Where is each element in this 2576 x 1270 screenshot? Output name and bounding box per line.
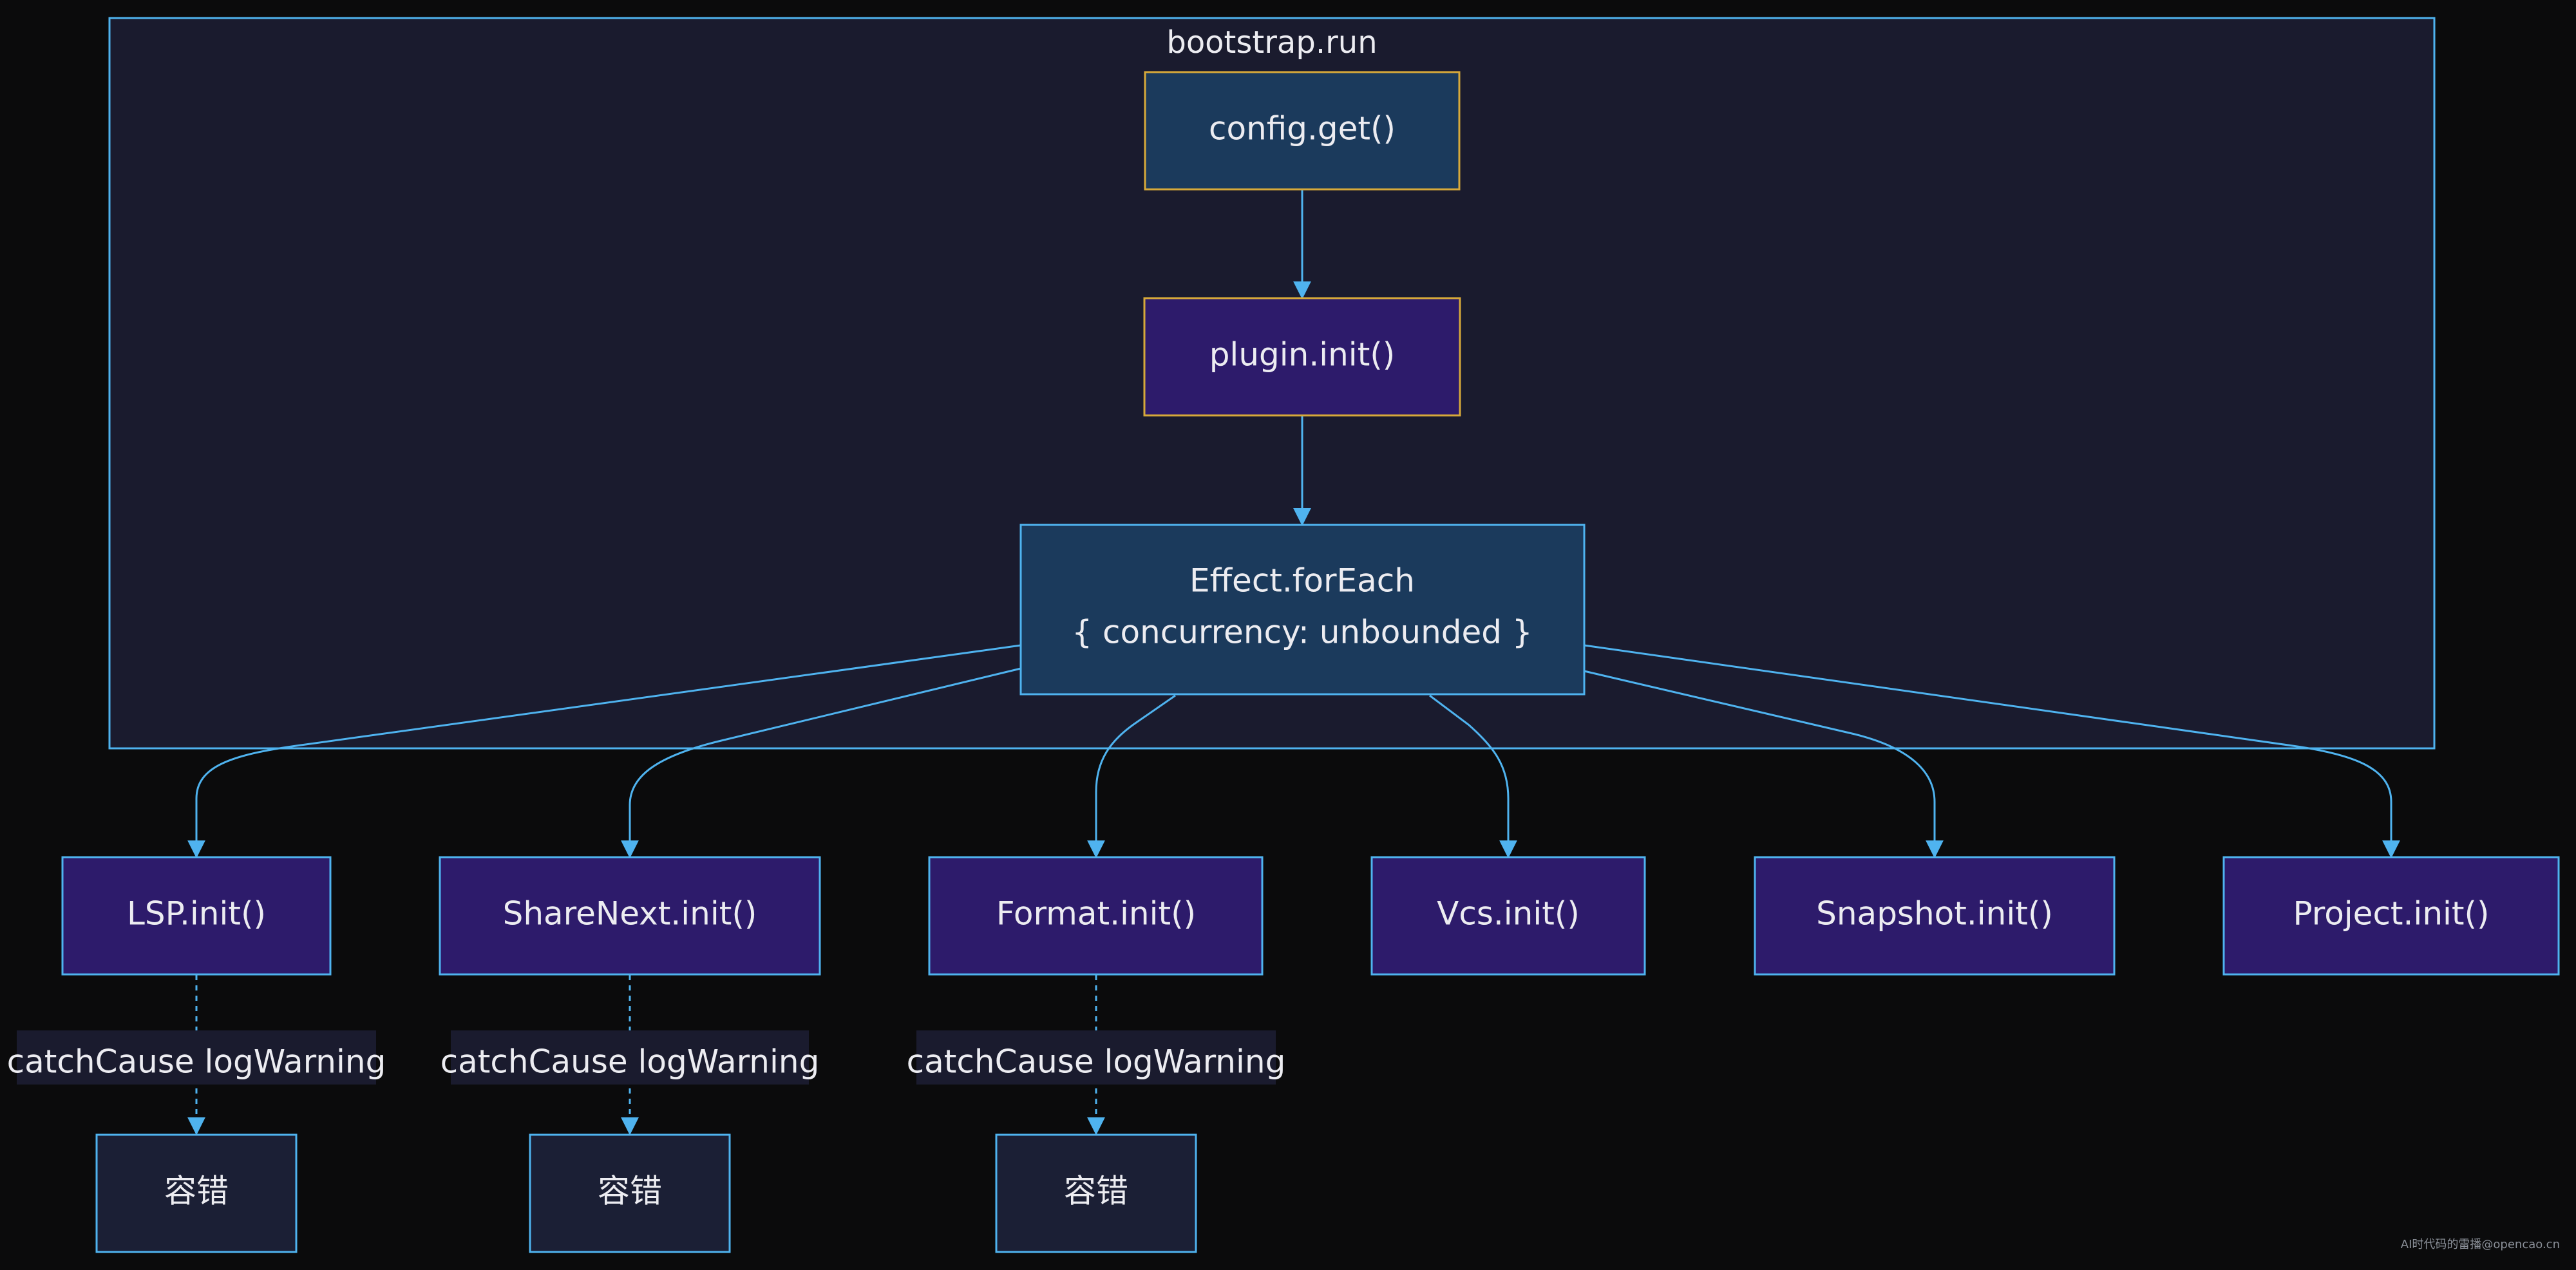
- node-fault-tolerance-1-label: 容错: [164, 1173, 229, 1210]
- edge-label-sharenext-text: catchCause logWarning: [440, 1043, 820, 1081]
- flowchart: bootstrap.run catchCause logWarning catc…: [7, 17, 2560, 1253]
- edge-labels: catchCause logWarning catchCause logWarn…: [7, 1030, 1286, 1085]
- node-lsp-init: LSP.init(): [61, 856, 332, 976]
- node-effect-foreach-line1: Effect.forEach: [1189, 562, 1415, 600]
- cluster-title: bootstrap.run: [1166, 24, 1377, 61]
- node-fault-tolerance-3: 容错: [995, 1133, 1197, 1253]
- edge-label-lsp: catchCause logWarning: [7, 1030, 386, 1085]
- node-lsp-init-label: LSP.init(): [127, 895, 266, 933]
- node-project-init: Project.init(): [2222, 856, 2560, 976]
- node-effect-foreach: Effect.forEach { concurrency: unbounded …: [1019, 524, 1586, 696]
- node-config-get: config.get(): [1144, 71, 1461, 191]
- node-vcs-init-label: Vcs.init(): [1437, 895, 1580, 933]
- node-fault-tolerance-2: 容错: [529, 1133, 731, 1253]
- node-fault-tolerance-1: 容错: [95, 1133, 298, 1253]
- node-project-init-label: Project.init(): [2293, 895, 2489, 933]
- node-format-init-label: Format.init(): [996, 895, 1196, 933]
- node-fault-tolerance-2-label: 容错: [598, 1173, 662, 1210]
- edge-label-format: catchCause logWarning: [907, 1030, 1286, 1085]
- node-snapshot-init: Snapshot.init(): [1754, 856, 2116, 976]
- node-vcs-init: Vcs.init(): [1370, 856, 1646, 976]
- edge-label-format-text: catchCause logWarning: [907, 1043, 1286, 1081]
- node-config-get-label: config.get(): [1209, 110, 1396, 147]
- node-effect-foreach-line2: { concurrency: unbounded }: [1072, 614, 1532, 651]
- diagram-canvas: bootstrap.run catchCause logWarning catc…: [0, 0, 2576, 1270]
- node-fault-tolerance-3-label: 容错: [1064, 1173, 1128, 1210]
- edge-label-lsp-text: catchCause logWarning: [7, 1043, 386, 1081]
- node-format-init: Format.init(): [928, 856, 1264, 976]
- node-sharenext-init-label: ShareNext.init(): [503, 895, 757, 933]
- node-sharenext-init: ShareNext.init(): [439, 856, 821, 976]
- edge-label-sharenext: catchCause logWarning: [440, 1030, 820, 1085]
- node-plugin-init: plugin.init(): [1143, 297, 1461, 417]
- watermark: AI时代码的雷播@opencao.cn: [2401, 1238, 2560, 1251]
- node-snapshot-init-label: Snapshot.init(): [1816, 895, 2053, 933]
- node-plugin-init-label: plugin.init(): [1209, 336, 1396, 374]
